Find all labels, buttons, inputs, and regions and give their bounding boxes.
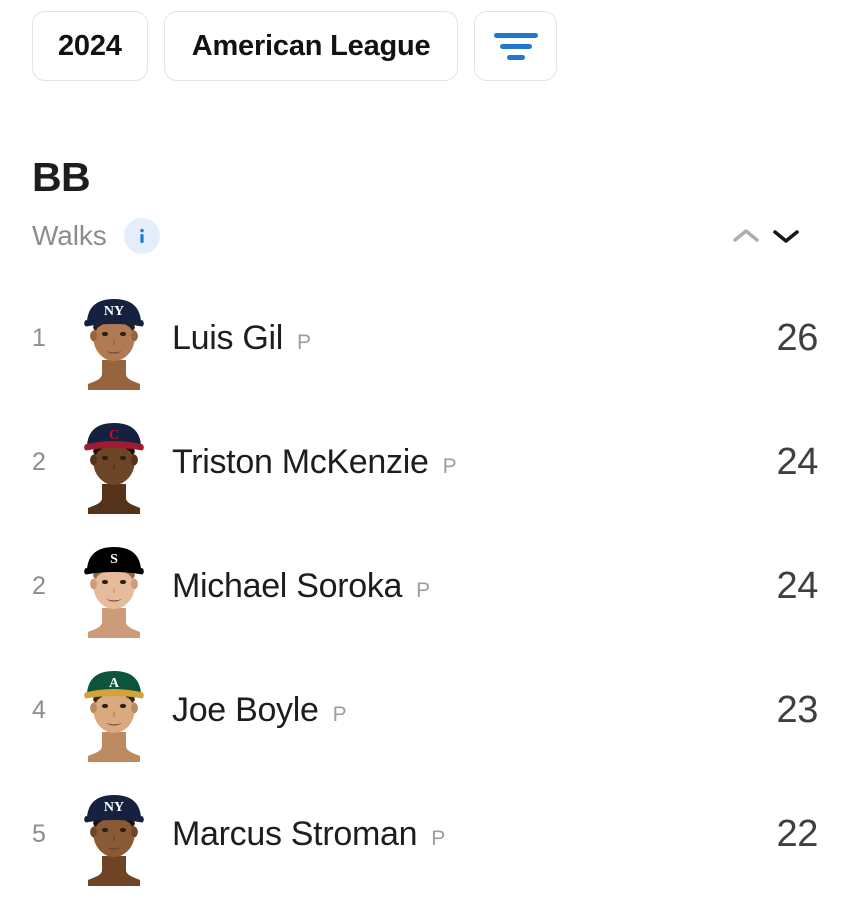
- player-stat-value: 26: [776, 316, 819, 359]
- svg-text:NY: NY: [104, 800, 124, 815]
- player-stat-value: 24: [776, 440, 819, 483]
- filter-options-button[interactable]: [474, 11, 558, 81]
- player-rank: 1: [32, 323, 46, 352]
- info-icon[interactable]: [123, 218, 160, 254]
- leaderboard-list: 1 NY Luis Gil P 26 2 C Triston McKenzie …: [0, 276, 850, 896]
- leaderboard-row[interactable]: 4 A Joe Boyle P 23: [0, 648, 850, 772]
- player-name[interactable]: Marcus Stroman: [172, 815, 418, 854]
- svg-text:A: A: [109, 676, 120, 691]
- leaderboard-row[interactable]: 2 S Michael Soroka P 24: [0, 524, 850, 648]
- player-stat-value: 23: [776, 688, 819, 731]
- stat-name-group: Walks: [32, 218, 160, 254]
- stat-abbreviation: BB: [32, 154, 91, 200]
- player-headshot[interactable]: A: [74, 658, 154, 762]
- player-headshot-graphic: NY: [84, 299, 144, 390]
- player-position: P: [442, 454, 457, 478]
- player-rank: 5: [32, 819, 46, 848]
- player-name[interactable]: Triston McKenzie: [172, 443, 429, 482]
- player-position: P: [416, 578, 431, 602]
- leaderboard-row[interactable]: 1 NY Luis Gil P 26: [0, 276, 850, 400]
- player-position: P: [296, 330, 311, 354]
- stat-header: BB Walks: [0, 81, 850, 254]
- player-headshot[interactable]: C: [74, 410, 154, 514]
- player-headshot-graphic: C: [84, 423, 144, 514]
- player-position: P: [332, 702, 347, 726]
- svg-text:S: S: [110, 552, 118, 567]
- player-name[interactable]: Joe Boyle: [172, 691, 319, 730]
- player-rank: 2: [32, 447, 46, 476]
- player-name-cell: Joe Boyle P: [172, 691, 722, 730]
- player-name-cell: Triston McKenzie P: [172, 443, 722, 482]
- player-rank: 4: [32, 695, 46, 724]
- filter-icon: [493, 32, 538, 60]
- svg-text:C: C: [109, 428, 119, 443]
- player-stat-value: 22: [776, 812, 819, 855]
- player-headshot[interactable]: S: [74, 534, 154, 638]
- player-headshot-graphic: S: [84, 547, 144, 638]
- sort-ascending-button[interactable]: [728, 221, 764, 251]
- player-headshot[interactable]: NY: [74, 782, 154, 886]
- player-name-cell: Luis Gil P: [172, 319, 722, 358]
- player-headshot[interactable]: NY: [74, 286, 154, 390]
- player-stat-value: 24: [776, 564, 819, 607]
- leaderboard-row[interactable]: 2 C Triston McKenzie P 24: [0, 400, 850, 524]
- season-filter-button[interactable]: 2024: [32, 11, 148, 81]
- player-position: P: [431, 826, 446, 850]
- filter-bar: 2024 American League: [0, 0, 850, 81]
- league-filter-button[interactable]: American League: [163, 11, 459, 81]
- player-name-cell: Marcus Stroman P: [172, 815, 722, 854]
- sort-descending-button[interactable]: [768, 221, 804, 251]
- stat-leaderboard-page: 2024 American League BB Walks 1 NY Luis …: [0, 0, 850, 913]
- svg-text:NY: NY: [104, 304, 124, 319]
- sort-controls: [728, 221, 818, 251]
- player-name[interactable]: Luis Gil: [172, 319, 283, 358]
- stat-subheader-row: Walks: [32, 218, 818, 254]
- player-headshot-graphic: A: [84, 671, 144, 762]
- player-name-cell: Michael Soroka P: [172, 567, 722, 606]
- stat-full-name: Walks: [32, 220, 107, 251]
- player-rank: 2: [32, 571, 46, 600]
- player-headshot-graphic: NY: [84, 795, 144, 886]
- player-name[interactable]: Michael Soroka: [172, 567, 402, 606]
- leaderboard-row[interactable]: 5 NY Marcus Stroman P 22: [0, 772, 850, 896]
